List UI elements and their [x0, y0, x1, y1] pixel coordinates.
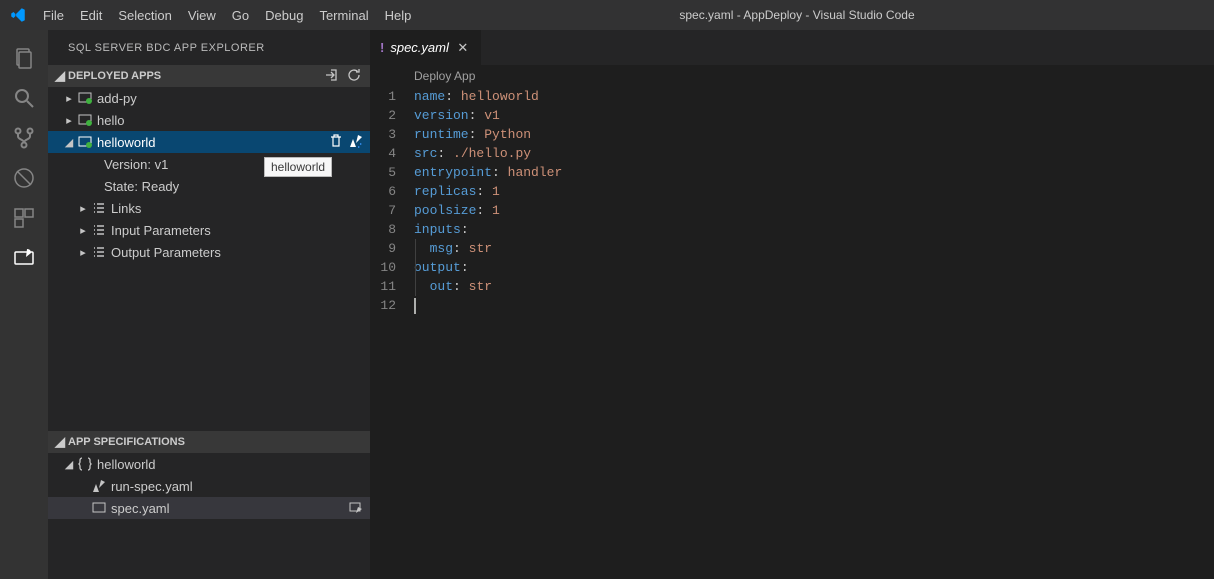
- app-green-icon: [76, 90, 94, 106]
- close-icon[interactable]: ✕: [455, 40, 471, 56]
- list-icon: [90, 200, 108, 216]
- code-line[interactable]: [414, 296, 1214, 315]
- gutter: 123456789101112: [370, 87, 414, 579]
- chevron-right-icon: ▸: [62, 114, 76, 127]
- refresh-icon[interactable]: [346, 67, 362, 86]
- debug-icon[interactable]: [0, 158, 48, 198]
- menu-file[interactable]: File: [35, 0, 72, 30]
- menu-help[interactable]: Help: [377, 0, 420, 30]
- section-app-specifications[interactable]: ◢ APP SPECIFICATIONS: [48, 431, 370, 453]
- menu-go[interactable]: Go: [224, 0, 257, 30]
- login-icon[interactable]: [324, 67, 340, 86]
- code-line[interactable]: poolsize: 1: [414, 201, 1214, 220]
- activitybar: [0, 30, 48, 579]
- chevron-down-icon: ◢: [62, 136, 76, 149]
- sidebar-title: SQL SERVER BDC APP EXPLORER: [48, 30, 370, 65]
- editor: ! spec.yaml ✕ Deploy App 123456789101112…: [370, 30, 1214, 579]
- code-line[interactable]: version: v1: [414, 106, 1214, 125]
- run-file-icon: [90, 478, 108, 494]
- code-line[interactable]: name: helloworld: [414, 87, 1214, 106]
- code-line[interactable]: msg: str: [414, 239, 1214, 258]
- tabs: ! spec.yaml ✕: [370, 30, 1214, 65]
- menu-selection[interactable]: Selection: [110, 0, 179, 30]
- tree-item-state[interactable]: State: Ready: [48, 175, 370, 197]
- braces-icon: [76, 456, 94, 472]
- section-deployed-apps[interactable]: ◢ DEPLOYED APPS: [48, 65, 370, 87]
- extensions-icon[interactable]: [0, 198, 48, 238]
- chevron-down-icon: ◢: [62, 458, 76, 471]
- code-line[interactable]: inputs:: [414, 220, 1214, 239]
- chevron-right-icon: ▸: [62, 92, 76, 105]
- code-line[interactable]: out: str: [414, 277, 1214, 296]
- app-specs-tree: ◢ helloworld run-spec.yaml spec.yaml: [48, 453, 370, 579]
- breadcrumb[interactable]: Deploy App: [370, 65, 1214, 87]
- explorer-icon[interactable]: [0, 38, 48, 78]
- list-icon: [90, 222, 108, 238]
- app-green-icon: [76, 112, 94, 128]
- deploy-icon[interactable]: [348, 499, 364, 518]
- tree-item-links[interactable]: ▸ Links: [48, 197, 370, 219]
- app-deploy-icon[interactable]: [0, 238, 48, 278]
- tree-item-spec-helloworld[interactable]: ◢ helloworld: [48, 453, 370, 475]
- menu-terminal[interactable]: Terminal: [311, 0, 376, 30]
- deployed-apps-tree: ▸ add-py ▸ hello ◢ helloworld helloworld: [48, 87, 370, 263]
- tree-item-helloworld[interactable]: ◢ helloworld helloworld: [48, 131, 370, 153]
- tree-item-add-py[interactable]: ▸ add-py: [48, 87, 370, 109]
- code-editor[interactable]: 123456789101112 name: helloworldversion:…: [370, 87, 1214, 579]
- menu-debug[interactable]: Debug: [257, 0, 311, 30]
- chevron-down-icon: ◢: [52, 434, 68, 450]
- titlebar: File Edit Selection View Go Debug Termin…: [0, 0, 1214, 30]
- code-line[interactable]: runtime: Python: [414, 125, 1214, 144]
- tree-item-hello[interactable]: ▸ hello: [48, 109, 370, 131]
- menubar: File Edit Selection View Go Debug Termin…: [35, 0, 419, 30]
- chevron-down-icon: ◢: [52, 68, 68, 84]
- chevron-right-icon: ▸: [76, 224, 90, 237]
- tree-item-input-params[interactable]: ▸ Input Parameters: [48, 219, 370, 241]
- source-control-icon[interactable]: [0, 118, 48, 158]
- file-icon: [90, 500, 108, 516]
- tooltip: helloworld: [264, 157, 332, 177]
- vscode-logo-icon: [0, 6, 35, 24]
- list-icon: [90, 244, 108, 260]
- app-green-icon: [76, 134, 94, 150]
- search-icon[interactable]: [0, 78, 48, 118]
- yaml-file-icon: !: [380, 40, 384, 55]
- code-line[interactable]: output:: [414, 258, 1214, 277]
- tree-item-run-spec-yaml[interactable]: run-spec.yaml: [48, 475, 370, 497]
- code-line[interactable]: src: ./hello.py: [414, 144, 1214, 163]
- chevron-right-icon: ▸: [76, 202, 90, 215]
- tree-item-output-params[interactable]: ▸ Output Parameters: [48, 241, 370, 263]
- chevron-right-icon: ▸: [76, 246, 90, 259]
- code-line[interactable]: entrypoint: handler: [414, 163, 1214, 182]
- run-spec-icon[interactable]: [348, 133, 364, 152]
- sidebar: SQL SERVER BDC APP EXPLORER ◢ DEPLOYED A…: [48, 30, 370, 579]
- delete-icon[interactable]: [328, 133, 344, 152]
- code-line[interactable]: replicas: 1: [414, 182, 1214, 201]
- menu-edit[interactable]: Edit: [72, 0, 110, 30]
- tree-item-spec-yaml[interactable]: spec.yaml: [48, 497, 370, 519]
- menu-view[interactable]: View: [180, 0, 224, 30]
- tab-spec-yaml[interactable]: ! spec.yaml ✕: [370, 30, 481, 65]
